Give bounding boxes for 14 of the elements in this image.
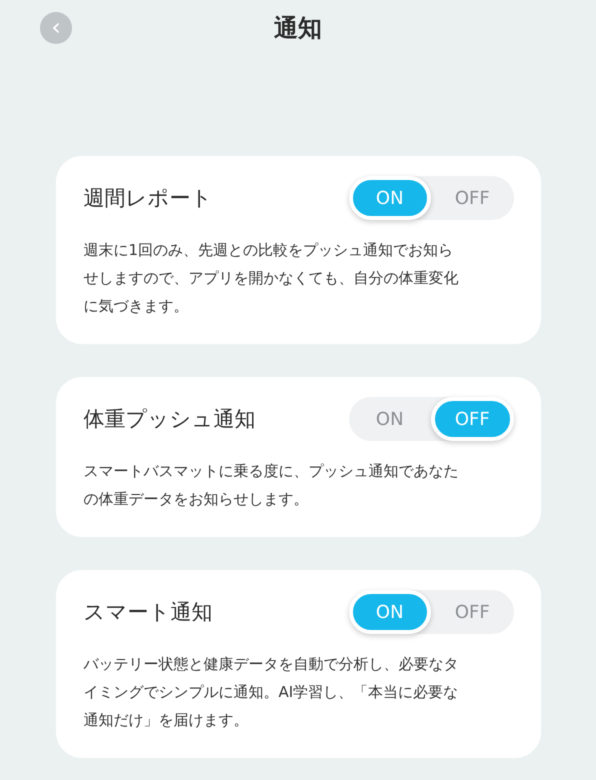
toggle-option[interactable]: OFF [431,590,514,634]
back-button[interactable]: ‹ [40,12,72,44]
toggle-option[interactable]: ON [348,176,431,220]
setting-title: スマート通知 [84,599,212,626]
toggle-option[interactable]: ON [348,397,431,441]
setting-description: スマートバスマットに乗る度に、プッシュ通知であなたの体重データをお知らせします。 [84,461,458,510]
toggle-option[interactable]: OFF [431,176,514,220]
setting-description: 週末に1回のみ、先週との比較をプッシュ通知でお知らせしますので、アプリを開かなくても、自分の体重変化に気づきます。 [84,240,458,317]
setting-description: バッテリー状態と健康データを自動で分析し、必要なタイミングでシンプルに通知。AI学習し、「本当に必要な通知だけ」を届けます。 [84,654,458,731]
toggle-option[interactable]: ON [348,590,431,634]
page-title: 通知 [274,13,322,44]
setting-title: 体重プッシュ通知 [84,406,256,433]
toggle-option[interactable]: OFF [431,397,514,441]
setting-title: 週間レポート [84,185,212,212]
